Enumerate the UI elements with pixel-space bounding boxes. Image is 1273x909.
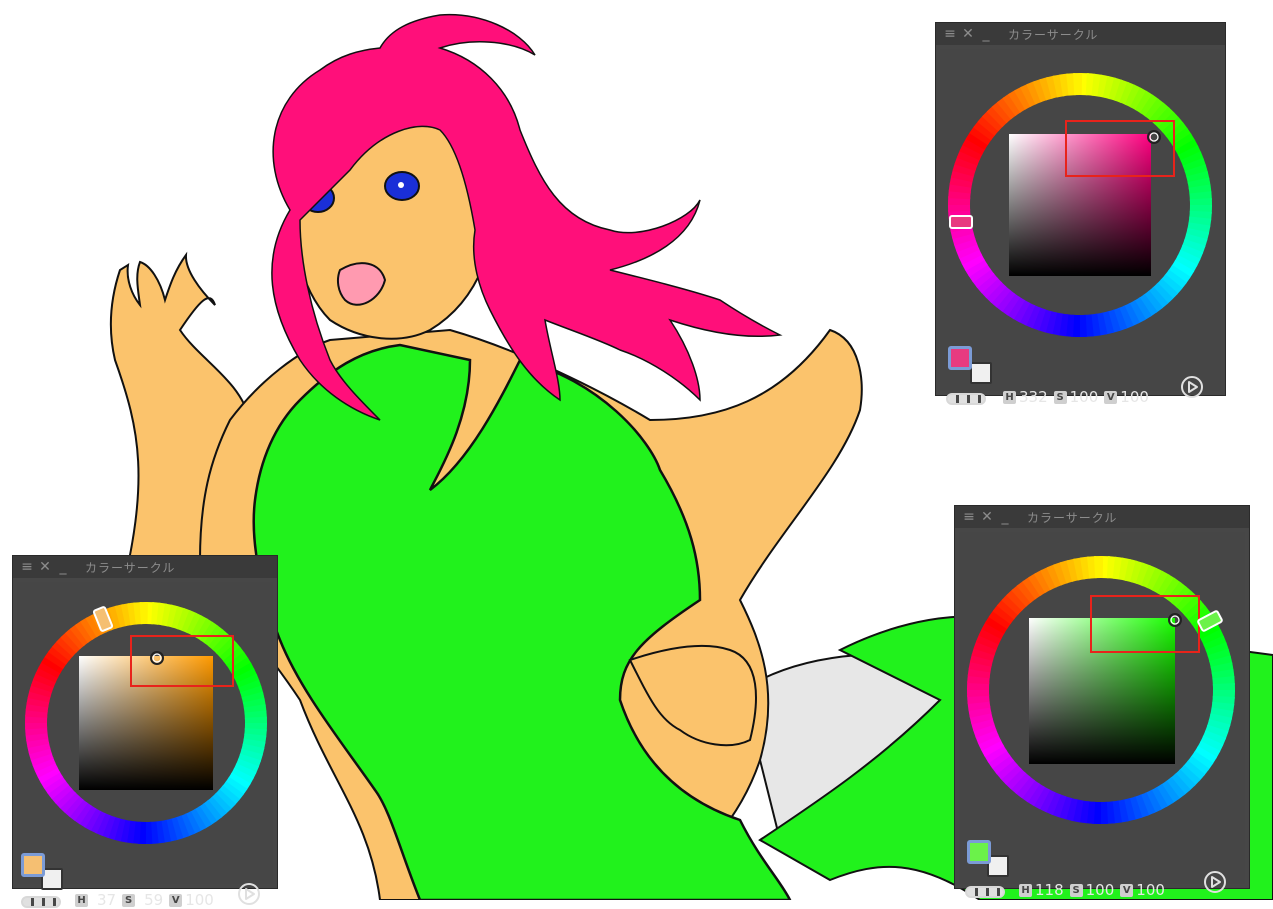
value-value: 100 [1120,388,1149,406]
panel-body: H 332 S 100 V 100 [940,49,1221,406]
panel-titlebar: ≡ ✕ _ カラーサークル [936,23,1225,45]
saturation-label: S [1053,390,1067,404]
hue-label: H [1019,883,1032,897]
menu-icon[interactable]: ≡ [961,509,977,525]
color-mode-toggle[interactable] [946,393,986,405]
value-value: 100 [185,891,214,909]
hsv-readout: H 37 S 59 V 100 [75,891,217,909]
panel-title: カラーサークル [1008,27,1099,42]
panel-title: カラーサークル [85,560,176,575]
panel-title: カラーサークル [1027,510,1118,525]
close-icon[interactable]: ✕ [979,509,995,525]
panel-titlebar: ≡ ✕ _ カラーサークル [955,506,1249,528]
value-label: V [1120,883,1134,897]
hue-ring-segment[interactable] [139,602,148,625]
minimize-icon[interactable]: _ [997,509,1013,525]
hue-value: 37 [97,891,117,909]
color-wheel[interactable] [944,69,1216,341]
color-circle-panel-bottom-left: ≡ ✕ _ カラーサークル H 37 S 59 V 100 [12,555,278,909]
hsv-readout: H 118 S 100 V 100 [1019,881,1168,899]
close-icon[interactable]: ✕ [960,26,976,42]
color-circle-panel-top-right: ≡ ✕ _ カラーサークル H 332 S 100 V 100 [935,22,1226,406]
sub-color-swatch[interactable] [970,362,992,384]
value-label: V [169,893,183,907]
hue-label: H [75,893,88,907]
saturation-label: S [122,893,136,907]
main-color-swatch[interactable] [967,840,991,864]
saturation-label: S [1069,883,1083,897]
hue-label: H [1003,390,1016,404]
color-wheel[interactable] [21,598,271,848]
color-mode-toggle[interactable] [21,896,61,908]
color-circle-panel-bottom-right: ≡ ✕ _ カラーサークル H 118 S 100 V 100 [954,505,1250,899]
play-icon[interactable] [1203,870,1227,894]
panel-body: H 37 S 59 V 100 [17,582,273,909]
hue-marker[interactable] [949,215,973,229]
color-wheel[interactable] [963,552,1239,828]
play-icon[interactable] [237,882,261,906]
menu-icon[interactable]: ≡ [942,26,958,42]
hsv-readout: H 332 S 100 V 100 [1003,388,1152,406]
panel-titlebar: ≡ ✕ _ カラーサークル [13,556,277,578]
panel-body: H 118 S 100 V 100 [959,532,1245,899]
saturation-value: 59 [144,891,164,909]
main-color-swatch[interactable] [21,853,45,877]
menu-icon[interactable]: ≡ [19,559,35,575]
hue-ring-segment[interactable] [1093,556,1104,579]
saturation-value: 100 [1085,881,1115,899]
color-mode-toggle[interactable] [965,886,1005,898]
eye-right-highlight [398,182,404,188]
play-icon[interactable] [1180,375,1204,399]
minimize-icon[interactable]: _ [978,26,994,42]
value-value: 100 [1136,881,1165,899]
value-label: V [1104,390,1118,404]
saturation-value: 100 [1069,388,1099,406]
hue-value: 332 [1019,388,1048,406]
main-color-swatch[interactable] [948,346,972,370]
close-icon[interactable]: ✕ [37,559,53,575]
hue-value: 118 [1035,881,1064,899]
hue-ring-segment[interactable] [1073,73,1083,96]
minimize-icon[interactable]: _ [55,559,71,575]
